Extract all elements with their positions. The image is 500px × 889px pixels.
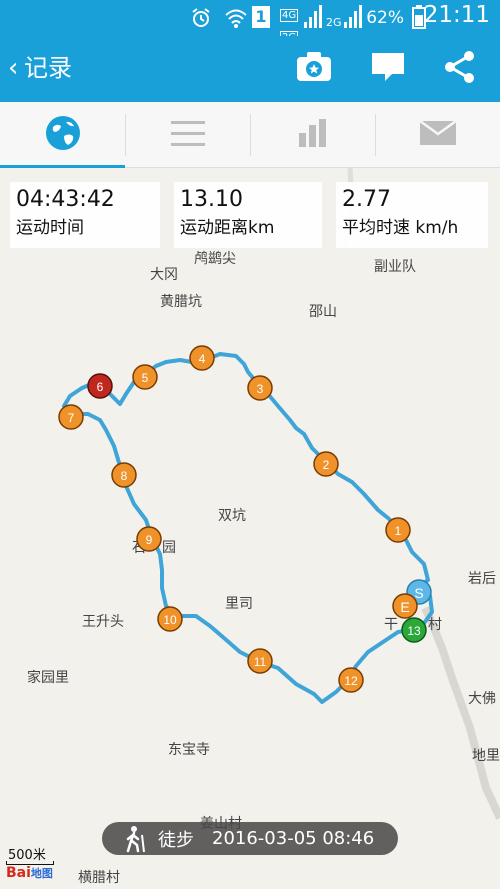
svg-text:13: 13: [407, 624, 421, 638]
route-marker[interactable]: 1: [385, 517, 411, 543]
stat-distance-label: 运动距离km: [180, 218, 275, 238]
tab-bar: [0, 102, 500, 169]
route-marker[interactable]: 13: [401, 617, 427, 643]
tab-list[interactable]: [125, 102, 250, 168]
tab-message[interactable]: [375, 102, 500, 168]
route-marker[interactable]: 4: [189, 345, 215, 371]
svg-text:5: 5: [142, 371, 149, 385]
stat-duration-label: 运动时间: [16, 218, 84, 238]
alarm-icon: [190, 7, 212, 35]
svg-text:11: 11: [254, 655, 267, 669]
camera-icon[interactable]: [296, 50, 336, 86]
svg-text:7: 7: [68, 411, 75, 425]
route-marker[interactable]: 5: [132, 364, 158, 390]
svg-text:1: 1: [395, 524, 402, 538]
app-bar: ‹ 记录: [0, 36, 500, 102]
route-marker[interactable]: 8: [111, 462, 137, 488]
route-marker[interactable]: 10: [157, 606, 183, 632]
tab-map[interactable]: [0, 102, 125, 169]
signal-bars-2-icon: [344, 4, 362, 34]
svg-text:S: S: [414, 585, 423, 601]
status-bar: 1 4G 2G 2G 62% 21:11: [0, 0, 500, 44]
route-marker[interactable]: 11: [247, 648, 273, 674]
route-marker[interactable]: 2: [313, 451, 339, 477]
svg-text:12: 12: [344, 674, 358, 688]
share-icon[interactable]: [442, 50, 482, 86]
route-marker[interactable]: 9: [136, 526, 162, 552]
svg-text:2: 2: [323, 458, 330, 472]
battery-percent: 62%: [366, 8, 404, 28]
svg-text:9: 9: [146, 533, 153, 547]
stat-speed-label: 平均时速 km/h: [342, 218, 459, 238]
end-marker[interactable]: E: [392, 593, 418, 619]
route-marker[interactable]: 6: [87, 373, 113, 399]
list-icon: [170, 118, 206, 152]
svg-text:3: 3: [257, 382, 264, 396]
globe-icon: [44, 114, 82, 156]
hiker-icon: [122, 825, 148, 857]
comment-icon[interactable]: [370, 50, 410, 86]
stat-speed-value: 2.77: [342, 187, 391, 212]
route-marker[interactable]: 12: [338, 667, 364, 693]
stat-duration: 04:43:42 运动时间: [10, 182, 160, 248]
stat-duration-value: 04:43:42: [16, 187, 115, 212]
stat-distance-value: 13.10: [180, 187, 243, 212]
tab-stats[interactable]: [250, 102, 375, 168]
activity-datetime: 2016-03-05 08:46: [212, 828, 375, 849]
wifi-icon: [224, 7, 248, 35]
signal-2g-label: 2G: [326, 16, 342, 29]
route-marker[interactable]: 7: [58, 404, 84, 430]
route-markers: 1 2 3 4 5 6 7 8 9 10 11 12 S E 13: [58, 345, 432, 693]
mail-icon: [418, 119, 457, 151]
page-title: 记录: [24, 54, 72, 82]
signal-bars-icon: [304, 4, 322, 34]
stat-distance: 13.10 运动距离km: [174, 182, 322, 248]
activity-info: 徒步 2016-03-05 08:46: [102, 822, 398, 855]
stat-speed: 2.77 平均时速 km/h: [336, 182, 488, 248]
route-marker[interactable]: 3: [247, 375, 273, 401]
baidu-map-logo: Bai地图: [6, 865, 53, 881]
svg-text:6: 6: [97, 380, 104, 394]
svg-text:4: 4: [199, 352, 206, 366]
clock: 21:11: [423, 2, 490, 28]
svg-text:8: 8: [121, 469, 128, 483]
bar-chart-icon: [297, 117, 329, 153]
sim-slot-indicator: 1: [252, 6, 270, 28]
svg-text:E: E: [400, 599, 409, 615]
back-button[interactable]: ‹: [8, 52, 18, 84]
activity-mode: 徒步: [158, 829, 194, 851]
map-view[interactable]: 鸬鹚尖 大冈 副业队 黄腊坑 邵山 双坑 石 园 岩后 王升头 里司 干 村 家…: [0, 168, 500, 889]
svg-text:10: 10: [163, 613, 177, 627]
